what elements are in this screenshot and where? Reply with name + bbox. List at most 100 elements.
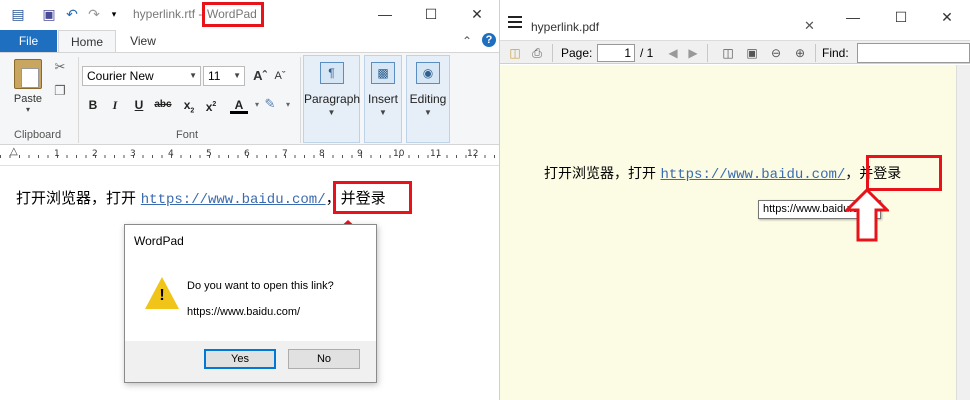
find-input[interactable] xyxy=(857,43,970,63)
window-title-app: WordPad xyxy=(202,2,264,27)
document-text-line: 打开浏览器，打开 https://www.baidu.com/，并登录 xyxy=(16,187,386,208)
pdf-text-line: 打开浏览器，打开 https://www.baidu.com/，并登录 xyxy=(544,163,901,183)
fit-width-icon[interactable]: ◫ xyxy=(720,45,736,61)
font-size-value: 11 xyxy=(208,69,221,83)
pdf-viewer-window: hyperlink.pdf ✕ — ☐ ✕ ◫ ⎙ Page: 1 / 1 ◀ … xyxy=(500,0,970,400)
paragraph-label: Paragraph xyxy=(304,92,361,106)
ribbon-collapse-icon[interactable]: ⌃ xyxy=(462,34,472,48)
zoom-out-icon[interactable]: ⊖ xyxy=(768,45,784,61)
indent-marker-icon[interactable]: △ xyxy=(10,146,18,157)
fit-page-icon[interactable]: ▣ xyxy=(744,45,760,61)
font-family-value: Courier New xyxy=(87,69,154,83)
bold-button[interactable]: B xyxy=(84,96,102,114)
pdf-hyperlink[interactable]: https://www.baidu.com/ xyxy=(660,167,845,183)
superscript-button[interactable]: x2 xyxy=(202,96,220,114)
font-group-label: Font xyxy=(176,129,199,141)
page-number-input[interactable]: 1 xyxy=(597,44,635,62)
ruler-number: 5 xyxy=(206,149,212,159)
font-family-select[interactable]: Courier New ▼ xyxy=(82,66,201,86)
minimize-button[interactable]: — xyxy=(362,0,408,30)
underline-button[interactable]: U xyxy=(130,96,148,114)
doc-hyperlink[interactable]: https://www.baidu.com/ xyxy=(141,192,326,208)
picture-icon: ▩ xyxy=(371,62,395,84)
ruler-number: 2 xyxy=(92,149,98,159)
save-icon[interactable]: ▣ xyxy=(41,6,57,22)
toolbar-separator xyxy=(552,44,553,62)
tab-view[interactable]: View xyxy=(118,30,168,52)
pdf-text-prefix: 打开浏览器，打开 xyxy=(544,166,661,182)
page-total: / 1 xyxy=(640,46,654,60)
shrink-font-icon[interactable]: Aˇ xyxy=(272,68,288,84)
zoom-in-icon[interactable]: ⊕ xyxy=(792,45,808,61)
qat-customize-icon[interactable]: ▾ xyxy=(106,6,122,22)
ruler-number: 12 xyxy=(467,149,479,159)
open-file-icon[interactable]: ◫ xyxy=(507,45,523,61)
ribbon-tabs: File Home View ⌃ xyxy=(0,30,499,52)
ribbon-separator xyxy=(300,57,301,143)
hamburger-menu-icon[interactable] xyxy=(508,16,522,28)
dialog-message: Do you want to open this link? xyxy=(187,280,334,292)
chevron-down-icon: ▼ xyxy=(424,108,432,117)
pdf-toolbar: ◫ ⎙ Page: 1 / 1 ◀ ▶ ◫ ▣ ⊖ ⊕ Find: xyxy=(500,40,970,64)
window-title-filename: hyperlink.rtf - xyxy=(133,7,203,21)
find-label: Find: xyxy=(822,46,849,60)
tab-file[interactable]: File xyxy=(0,30,57,52)
italic-button[interactable]: I xyxy=(106,96,124,114)
editing-label: Editing xyxy=(409,92,447,106)
tab-close-icon[interactable]: ✕ xyxy=(804,18,815,34)
ruler-number: 6 xyxy=(244,149,250,159)
subscript-button[interactable]: x2 xyxy=(180,96,198,114)
pdf-maximize-button[interactable]: ☐ xyxy=(878,3,924,33)
ruler-number: 9 xyxy=(357,149,363,159)
print-icon[interactable]: ⎙ xyxy=(529,45,545,61)
wordpad-window: ▤ ▣ ↶ ↷ ▾ hyperlink.rtf - WordPad — ☐ ✕ … xyxy=(0,0,500,400)
yes-button[interactable]: Yes xyxy=(204,349,276,369)
pdf-tab-title[interactable]: hyperlink.pdf xyxy=(531,20,599,34)
chevron-down-icon: ▼ xyxy=(327,108,336,117)
paste-button[interactable]: Paste ▾ xyxy=(8,59,48,121)
doc-text-prefix: 打开浏览器，打开 xyxy=(16,189,141,207)
paste-icon xyxy=(14,59,42,89)
annotation-highlight-box xyxy=(333,181,412,214)
pdf-minimize-button[interactable]: — xyxy=(830,3,876,33)
dialog-url: https://www.baidu.com/ xyxy=(187,306,301,318)
help-icon[interactable]: ? xyxy=(482,33,496,47)
close-button[interactable]: ✕ xyxy=(454,0,499,30)
redo-icon[interactable]: ↷ xyxy=(86,6,102,22)
warning-mark-icon: ! xyxy=(159,287,165,304)
wordpad-app-icon[interactable]: ▤ xyxy=(10,6,26,22)
pdf-titlebar: hyperlink.pdf ✕ — ☐ ✕ xyxy=(500,0,970,40)
open-link-dialog: WordPad ! Do you want to open this link?… xyxy=(124,224,377,383)
strikethrough-button[interactable]: abc xyxy=(154,96,172,114)
paste-label: Paste xyxy=(13,93,43,105)
pdf-page[interactable]: 打开浏览器，打开 https://www.baidu.com/，并登录 http… xyxy=(500,65,970,400)
undo-icon[interactable]: ↶ xyxy=(64,6,80,22)
font-color-button[interactable]: A xyxy=(230,96,248,114)
pdf-close-button[interactable]: ✕ xyxy=(924,3,970,33)
insert-button[interactable]: ▩ Insert ▼ xyxy=(364,55,402,143)
toolbar-separator xyxy=(707,44,708,62)
vertical-scrollbar[interactable] xyxy=(956,65,970,400)
dialog-title: WordPad xyxy=(134,234,184,248)
copy-icon[interactable]: ❐ xyxy=(52,83,68,99)
highlight-dropdown-icon[interactable]: ▾ xyxy=(280,97,296,113)
next-page-icon[interactable]: ▶ xyxy=(685,45,701,61)
grow-font-icon[interactable]: Aˆ xyxy=(252,68,268,84)
chevron-down-icon: ▼ xyxy=(379,108,387,117)
annotation-arrow-icon xyxy=(845,188,889,242)
paragraph-button[interactable]: ¶ Paragraph ▼ xyxy=(303,55,360,143)
ruler[interactable]: △ 1 2 3 4 5 6 7 8 9 10 11 12 xyxy=(0,146,499,166)
font-size-select[interactable]: 11 ▼ xyxy=(203,66,245,86)
ruler-number: 1 xyxy=(54,149,60,159)
editing-button[interactable]: ◉ Editing ▼ xyxy=(406,55,450,143)
highlight-icon[interactable]: ✎ xyxy=(262,96,278,112)
previous-page-icon[interactable]: ◀ xyxy=(665,45,681,61)
maximize-button[interactable]: ☐ xyxy=(408,0,454,30)
chevron-down-icon: ▼ xyxy=(189,71,197,80)
no-button[interactable]: No xyxy=(288,349,360,369)
ruler-strip xyxy=(0,149,499,163)
tab-home[interactable]: Home xyxy=(58,30,116,52)
cut-icon[interactable]: ✂ xyxy=(52,59,68,75)
ruler-number: 10 xyxy=(393,149,405,159)
ruler-number: 4 xyxy=(168,149,174,159)
